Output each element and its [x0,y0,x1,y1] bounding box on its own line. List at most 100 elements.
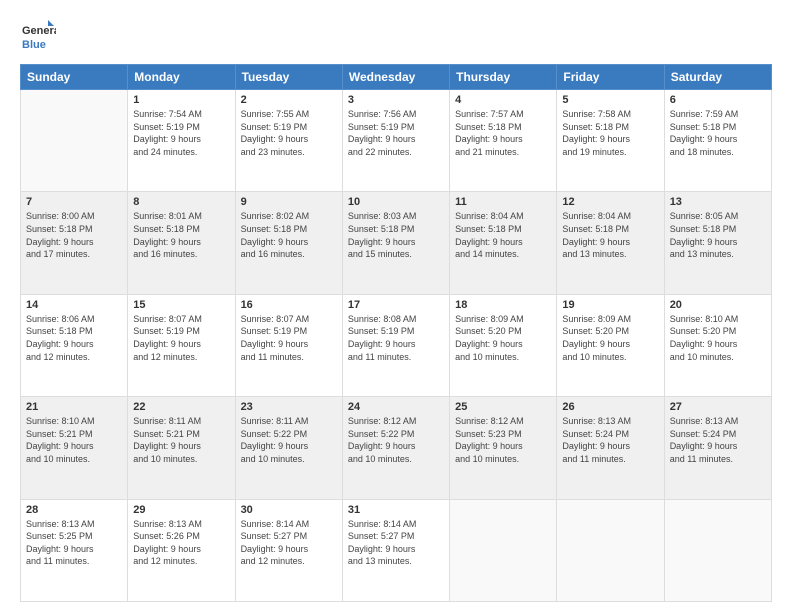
calendar-day-cell: 13Sunrise: 8:05 AM Sunset: 5:18 PM Dayli… [664,192,771,294]
calendar-day-cell: 2 Sunrise: 7:55 AM Sunset: 5:19 PM Daylig… [235,90,342,192]
day-info: Sunrise: 8:13 AM Sunset: 5:24 PM Dayligh… [670,415,766,465]
day-info: Sunrise: 8:13 AM Sunset: 5:24 PM Dayligh… [562,415,658,465]
day-info: Sunrise: 7:55 AM Sunset: 5:19 PM Dayligh… [241,108,337,158]
calendar-day-cell: 25 Sunrise: 8:12 AM Sunset: 5:23 PM Dayli… [450,397,557,499]
calendar-day-cell: 9 Sunrise: 8:02 AM Sunset: 5:18 PM Daylig… [235,192,342,294]
day-info: Sunrise: 7:59 AM Sunset: 5:18 PM Dayligh… [670,108,766,158]
calendar-day-cell: 11 Sunrise: 8:04 AM Sunset: 5:18 PM Dayli… [450,192,557,294]
day-number: 11 [455,196,551,208]
header-row: SundayMondayTuesdayWednesdayThursdayFrid… [21,65,772,90]
day-number: 12 [562,196,658,208]
day-number: 1 [133,94,229,106]
day-number: 16 [241,299,337,311]
day-number: 21 [26,401,122,413]
day-info: Sunrise: 8:14 AM Sunset: 5:27 PM Dayligh… [241,518,337,568]
calendar-day-cell: 17 Sunrise: 8:08 AM Sunset: 5:19 PM Dayli… [342,294,449,396]
calendar-day-cell: 6 Sunrise: 7:59 AM Sunset: 5:18 PM Daylig… [664,90,771,192]
day-info: Sunrise: 8:13 AM Sunset: 5:25 PM Dayligh… [26,518,122,568]
weekday-header: Sunday [21,65,128,90]
day-info: Sunrise: 7:56 AM Sunset: 5:19 PM Dayligh… [348,108,444,158]
day-info: Sunrise: 8:10 AM Sunset: 5:20 PM Dayligh… [670,313,766,363]
calendar-day-cell: 7 Sunrise: 8:00 AM Sunset: 5:18 PM Daylig… [21,192,128,294]
day-info: Sunrise: 7:58 AM Sunset: 5:18 PM Dayligh… [562,108,658,158]
calendar-day-cell: 22Sunrise: 8:11 AM Sunset: 5:21 PM Dayli… [128,397,235,499]
calendar-day-cell: 30 Sunrise: 8:14 AM Sunset: 5:27 PM Dayli… [235,499,342,601]
day-number: 23 [241,401,337,413]
day-info: Sunrise: 8:09 AM Sunset: 5:20 PM Dayligh… [455,313,551,363]
svg-text:Blue: Blue [22,39,46,51]
calendar-day-cell: 31Sunrise: 8:14 AM Sunset: 5:27 PM Dayli… [342,499,449,601]
day-info: Sunrise: 8:08 AM Sunset: 5:19 PM Dayligh… [348,313,444,363]
day-info: Sunrise: 8:11 AM Sunset: 5:21 PM Dayligh… [133,415,229,465]
calendar-day-cell: 26 Sunrise: 8:13 AM Sunset: 5:24 PM Dayli… [557,397,664,499]
day-info: Sunrise: 8:13 AM Sunset: 5:26 PM Dayligh… [133,518,229,568]
day-info: Sunrise: 8:05 AM Sunset: 5:18 PM Dayligh… [670,210,766,260]
calendar-day-cell: 24Sunrise: 8:12 AM Sunset: 5:22 PM Dayli… [342,397,449,499]
day-info: Sunrise: 8:02 AM Sunset: 5:18 PM Dayligh… [241,210,337,260]
calendar-day-cell: 29 Sunrise: 8:13 AM Sunset: 5:26 PM Dayli… [128,499,235,601]
day-number: 19 [562,299,658,311]
calendar-week-row: 1 Sunrise: 7:54 AM Sunset: 5:19 PM Daylig… [21,90,772,192]
day-info: Sunrise: 8:10 AM Sunset: 5:21 PM Dayligh… [26,415,122,465]
logo: General Blue [20,18,56,54]
day-number: 25 [455,401,551,413]
calendar-day-cell: 15 Sunrise: 8:07 AM Sunset: 5:19 PM Dayli… [128,294,235,396]
calendar-day-cell: 5Sunrise: 7:58 AM Sunset: 5:18 PM Daylig… [557,90,664,192]
day-number: 14 [26,299,122,311]
day-info: Sunrise: 8:04 AM Sunset: 5:18 PM Dayligh… [562,210,658,260]
day-number: 15 [133,299,229,311]
calendar-day-cell [450,499,557,601]
calendar-week-row: 21 Sunrise: 8:10 AM Sunset: 5:21 PM Dayli… [21,397,772,499]
svg-text:General: General [22,25,56,37]
calendar-day-cell: 14 Sunrise: 8:06 AM Sunset: 5:18 PM Dayli… [21,294,128,396]
calendar-week-row: 7 Sunrise: 8:00 AM Sunset: 5:18 PM Daylig… [21,192,772,294]
calendar-day-cell [21,90,128,192]
calendar-week-row: 28 Sunrise: 8:13 AM Sunset: 5:25 PM Dayli… [21,499,772,601]
page: General Blue SundayMondayTuesdayWednesda… [0,0,792,612]
weekday-header: Friday [557,65,664,90]
day-info: Sunrise: 8:06 AM Sunset: 5:18 PM Dayligh… [26,313,122,363]
day-number: 30 [241,504,337,516]
calendar-day-cell: 23Sunrise: 8:11 AM Sunset: 5:22 PM Dayli… [235,397,342,499]
day-info: Sunrise: 8:00 AM Sunset: 5:18 PM Dayligh… [26,210,122,260]
day-number: 4 [455,94,551,106]
day-number: 29 [133,504,229,516]
day-info: Sunrise: 8:12 AM Sunset: 5:22 PM Dayligh… [348,415,444,465]
day-info: Sunrise: 8:09 AM Sunset: 5:20 PM Dayligh… [562,313,658,363]
day-info: Sunrise: 7:57 AM Sunset: 5:18 PM Dayligh… [455,108,551,158]
day-number: 8 [133,196,229,208]
calendar-day-cell: 28 Sunrise: 8:13 AM Sunset: 5:25 PM Dayli… [21,499,128,601]
calendar-day-cell [557,499,664,601]
day-info: Sunrise: 8:12 AM Sunset: 5:23 PM Dayligh… [455,415,551,465]
calendar-day-cell: 1 Sunrise: 7:54 AM Sunset: 5:19 PM Daylig… [128,90,235,192]
day-number: 27 [670,401,766,413]
day-number: 2 [241,94,337,106]
day-info: Sunrise: 7:54 AM Sunset: 5:19 PM Dayligh… [133,108,229,158]
calendar-day-cell: 27 Sunrise: 8:13 AM Sunset: 5:24 PM Dayli… [664,397,771,499]
calendar-day-cell: 10Sunrise: 8:03 AM Sunset: 5:18 PM Dayli… [342,192,449,294]
calendar-day-cell [664,499,771,601]
day-number: 31 [348,504,444,516]
calendar-day-cell: 12 Sunrise: 8:04 AM Sunset: 5:18 PM Dayli… [557,192,664,294]
day-number: 7 [26,196,122,208]
day-number: 9 [241,196,337,208]
calendar-day-cell: 20Sunrise: 8:10 AM Sunset: 5:20 PM Dayli… [664,294,771,396]
calendar-day-cell: 8 Sunrise: 8:01 AM Sunset: 5:18 PM Daylig… [128,192,235,294]
calendar-week-row: 14 Sunrise: 8:06 AM Sunset: 5:18 PM Dayli… [21,294,772,396]
calendar-day-cell: 18 Sunrise: 8:09 AM Sunset: 5:20 PM Dayli… [450,294,557,396]
calendar-table: SundayMondayTuesdayWednesdayThursdayFrid… [20,64,772,602]
day-number: 28 [26,504,122,516]
calendar-day-cell: 21 Sunrise: 8:10 AM Sunset: 5:21 PM Dayli… [21,397,128,499]
day-info: Sunrise: 8:04 AM Sunset: 5:18 PM Dayligh… [455,210,551,260]
day-number: 26 [562,401,658,413]
day-info: Sunrise: 8:07 AM Sunset: 5:19 PM Dayligh… [133,313,229,363]
header: General Blue [20,18,772,54]
day-info: Sunrise: 8:07 AM Sunset: 5:19 PM Dayligh… [241,313,337,363]
weekday-header: Tuesday [235,65,342,90]
day-number: 17 [348,299,444,311]
day-info: Sunrise: 8:01 AM Sunset: 5:18 PM Dayligh… [133,210,229,260]
day-number: 18 [455,299,551,311]
day-number: 6 [670,94,766,106]
calendar-day-cell: 3Sunrise: 7:56 AM Sunset: 5:19 PM Daylig… [342,90,449,192]
weekday-header: Wednesday [342,65,449,90]
